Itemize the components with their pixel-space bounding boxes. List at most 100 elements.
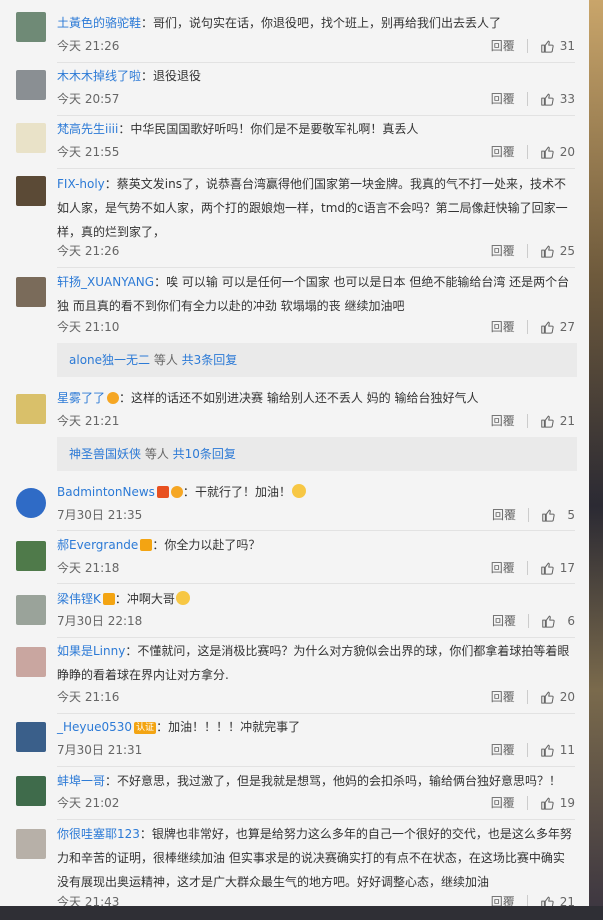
reply-button[interactable]: 回覆 [491, 412, 515, 429]
avatar[interactable] [16, 595, 46, 625]
reply-button[interactable]: 回覆 [491, 559, 515, 576]
reply-button[interactable]: 回覆 [491, 90, 515, 107]
divider [526, 38, 528, 53]
more-replies-box[interactable]: 神圣兽国妖侠 等人 共10条回复 [57, 437, 577, 471]
comment-actions: 回覆 27 [491, 318, 575, 335]
comment-username[interactable]: 梁伟铿K [57, 592, 101, 606]
like-icon[interactable] [540, 414, 554, 428]
divider [57, 62, 575, 63]
comment-username[interactable]: 你很哇塞耶123 [57, 827, 140, 841]
avatar[interactable] [16, 776, 46, 806]
colon: ： [114, 592, 127, 606]
reply-button[interactable]: 回覆 [491, 37, 515, 54]
member-badge-icon [107, 392, 120, 404]
divider [528, 613, 529, 628]
comment-username[interactable]: 梵高先生iiii [57, 122, 118, 136]
avatar[interactable] [16, 123, 46, 153]
comment-username[interactable]: 土黃色的骆驼鞋 [57, 16, 141, 30]
avatar[interactable] [16, 70, 46, 100]
reply-total-link[interactable]: 共3条回复 [182, 353, 238, 367]
comment-username[interactable]: FIX-holy [57, 177, 105, 191]
like-count: 21 [559, 894, 575, 907]
comment-body: 这样的话还不如别进决赛 输给别人还不丢人 妈的 输给台独好气人 [131, 391, 479, 405]
like-count: 20 [559, 689, 575, 704]
comment-username[interactable]: 星雾了了 [57, 391, 105, 405]
like-count: 17 [559, 560, 575, 575]
avatar[interactable] [16, 277, 46, 307]
like-icon[interactable] [540, 561, 554, 575]
like-icon[interactable] [540, 320, 554, 334]
comment-time: 今天 21:21 [57, 414, 120, 428]
comment-text: 土黃色的骆驼鞋：哥们，说句实在话，你退役吧，找个班上，别再给我们出去丢人了 [57, 11, 575, 35]
reply-button[interactable]: 回覆 [491, 318, 515, 335]
reply-button[interactable]: 回覆 [491, 143, 515, 160]
reply-username[interactable]: alone独一无二 [69, 353, 150, 367]
comment-actions: 回覆 20 [491, 143, 575, 160]
divider [526, 144, 528, 159]
like-icon[interactable] [540, 796, 554, 810]
comment-actions: 回覆 33 [491, 90, 575, 107]
comment-body: 哥们，说句实在话，你退役吧，找个班上，别再给我们出去丢人了 [153, 16, 502, 30]
comment-username[interactable]: _Heyue0530 [57, 720, 132, 734]
avatar[interactable] [16, 488, 46, 518]
reply-button[interactable]: 回覆 [491, 242, 515, 259]
comment-actions: 回覆 11 [491, 741, 575, 758]
comment-text: 蚌埠一哥：不好意思，我过激了，但是我就是想骂，他妈的会扣杀吗，输给俩台独好意思吗… [57, 769, 575, 793]
like-icon[interactable] [541, 508, 555, 522]
divider [526, 795, 528, 810]
avatar[interactable] [16, 12, 46, 42]
like-icon[interactable] [540, 145, 554, 159]
comment-username[interactable]: 木木木掉线了啦 [57, 69, 141, 83]
emoji-icon [291, 484, 306, 498]
divider [57, 267, 575, 268]
comment-username[interactable]: 轩扬_XUANYANG [57, 275, 154, 289]
avatar[interactable] [16, 394, 46, 424]
avatar[interactable] [16, 541, 46, 571]
comment-username[interactable]: 郝Evergrande [57, 538, 138, 552]
like-icon[interactable] [540, 895, 554, 906]
comment-text: FIX-holy：蔡英文发ins了，说恭喜台湾赢得他们国家第一块金牌。我真的气不… [57, 172, 575, 244]
comment-username[interactable]: 如果是Linny [57, 644, 125, 658]
like-count: 31 [559, 38, 575, 53]
reply-button[interactable]: 回覆 [491, 688, 515, 705]
avatar[interactable] [16, 176, 46, 206]
like-count: 21 [559, 413, 575, 428]
reply-button[interactable]: 回覆 [491, 794, 515, 811]
like-icon[interactable] [540, 690, 554, 704]
verified-v-icon [102, 593, 115, 605]
comment-body: 冲啊大哥 [126, 592, 175, 606]
like-count: 19 [559, 795, 575, 810]
comment-actions: 回覆 25 [491, 242, 575, 259]
verified-v-icon [156, 486, 169, 498]
comment-actions: 回覆 31 [491, 37, 575, 54]
comment-body: 加油！！！！冲就完事了 [168, 720, 301, 734]
reply-username[interactable]: 神圣兽国妖侠 [69, 447, 141, 461]
avatar[interactable] [16, 647, 46, 677]
like-icon[interactable] [540, 743, 554, 757]
comment-time: 今天 21:18 [57, 561, 120, 575]
comment-actions: 回覆 19 [491, 794, 575, 811]
emoji-icon [175, 591, 190, 605]
like-icon[interactable] [540, 92, 554, 106]
more-replies-box[interactable]: alone独一无二 等人 共3条回复 [57, 343, 577, 377]
like-icon[interactable] [541, 614, 555, 628]
comment-username[interactable]: BadmintonNews [57, 485, 155, 499]
comment-body: 蔡英文发ins了，说恭喜台湾赢得他们国家第一块金牌。我真的气不打一处来，技术不如… [57, 177, 568, 239]
like-icon[interactable] [540, 244, 554, 258]
reply-button[interactable]: 回覆 [491, 893, 515, 906]
divider [57, 530, 575, 531]
comment-text: 梵高先生iiii：中华民国国歌好听吗！你们是不是要敬军礼啊！真丢人 [57, 117, 575, 141]
avatar[interactable] [16, 722, 46, 752]
colon: ： [118, 122, 131, 136]
verified-v-icon [140, 539, 153, 551]
avatar[interactable] [16, 829, 46, 859]
like-count: 6 [567, 613, 575, 628]
like-count: 11 [559, 742, 575, 757]
reply-total-link[interactable]: 共10条回复 [173, 447, 236, 461]
reply-button[interactable]: 回覆 [491, 741, 515, 758]
comment-text: 轩扬_XUANYANG：唉 可以输 可以是任何一个国家 也可以是日本 但绝不能输… [57, 270, 575, 318]
reply-button[interactable]: 回覆 [492, 506, 516, 523]
reply-button[interactable]: 回覆 [492, 612, 516, 629]
comment-username[interactable]: 蚌埠一哥 [57, 774, 105, 788]
like-icon[interactable] [540, 39, 554, 53]
